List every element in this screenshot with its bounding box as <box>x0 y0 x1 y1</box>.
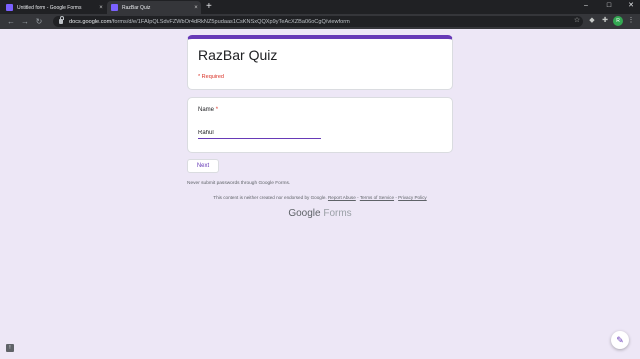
tab-close-icon[interactable]: × <box>191 5 201 11</box>
close-window-button[interactable]: ✕ <box>625 1 637 11</box>
star-icon[interactable]: ☆ <box>572 16 582 26</box>
menu-icon[interactable]: ⋮ <box>626 16 636 26</box>
google-forms-favicon-icon <box>111 4 118 11</box>
next-button[interactable]: Next <box>187 159 219 173</box>
brand-google: Google <box>288 208 321 219</box>
reload-button[interactable]: ↻ <box>34 16 44 27</box>
google-forms-logo[interactable]: Google Forms <box>187 208 453 219</box>
puzzle-icon[interactable]: ✚ <box>600 16 610 26</box>
extension-icon[interactable]: ◆ <box>587 16 597 26</box>
google-forms-favicon-icon <box>6 4 13 11</box>
question-card: Name * <box>187 97 453 153</box>
lock-icon <box>59 16 64 24</box>
tab-untitled-form[interactable]: Untitled form - Google Forms × <box>2 1 106 14</box>
form-title: RazBar Quiz <box>198 47 278 63</box>
url-text: docs.google.com/forms/d/e/1FAIpQLSdvFZWb… <box>69 19 350 25</box>
browser-tab-strip: Untitled form - Google Forms × RazBar Qu… <box>0 0 640 14</box>
edit-pencil-icon[interactable]: ✎ <box>611 331 629 349</box>
privacy-link[interactable]: Privacy Policy <box>398 195 427 200</box>
tab-razbar-quiz[interactable]: RazBar Quiz × <box>107 1 201 14</box>
address-bar[interactable]: docs.google.com/forms/d/e/1FAIpQLSdvFZWb… <box>53 16 583 27</box>
footer-separator: - <box>357 195 359 200</box>
disclaimer-text: This content is neither created nor endo… <box>213 195 327 200</box>
url-path: /forms/d/e/1FAIpQLSdvFZWbOr4dRkNZ5pudaas… <box>111 18 350 25</box>
required-asterisk: * <box>215 107 219 113</box>
form-header-card: RazBar Quiz * Required <box>187 35 453 90</box>
forward-button[interactable]: → <box>20 16 30 27</box>
minimize-button[interactable]: – <box>580 1 592 11</box>
maximize-button[interactable]: □ <box>603 1 615 11</box>
required-note: * Required <box>198 74 224 80</box>
footer-disclaimer: This content is neither created nor endo… <box>187 195 453 200</box>
report-problem-icon[interactable]: ! <box>6 344 14 352</box>
tab-close-icon[interactable]: × <box>96 5 106 11</box>
new-tab-button[interactable]: + <box>206 1 212 13</box>
name-input[interactable] <box>198 127 321 139</box>
profile-avatar[interactable]: R <box>613 16 623 26</box>
brand-forms: Forms <box>323 208 352 219</box>
question-text: Name <box>198 107 215 113</box>
footer-separator: - <box>395 195 397 200</box>
back-button[interactable]: ← <box>6 16 16 27</box>
url-host: docs.google.com <box>69 18 112 25</box>
question-label: Name * <box>198 107 218 113</box>
report-abuse-link[interactable]: Report Abuse <box>328 195 356 200</box>
password-warning: Never submit passwords through Google Fo… <box>187 181 291 186</box>
tab-title: Untitled form - Google Forms <box>17 4 82 11</box>
tab-title: RazBar Quiz <box>122 4 151 11</box>
browser-toolbar: ← → ↻ docs.google.com/forms/d/e/1FAIpQLS… <box>0 14 640 29</box>
terms-link[interactable]: Terms of Service <box>360 195 394 200</box>
